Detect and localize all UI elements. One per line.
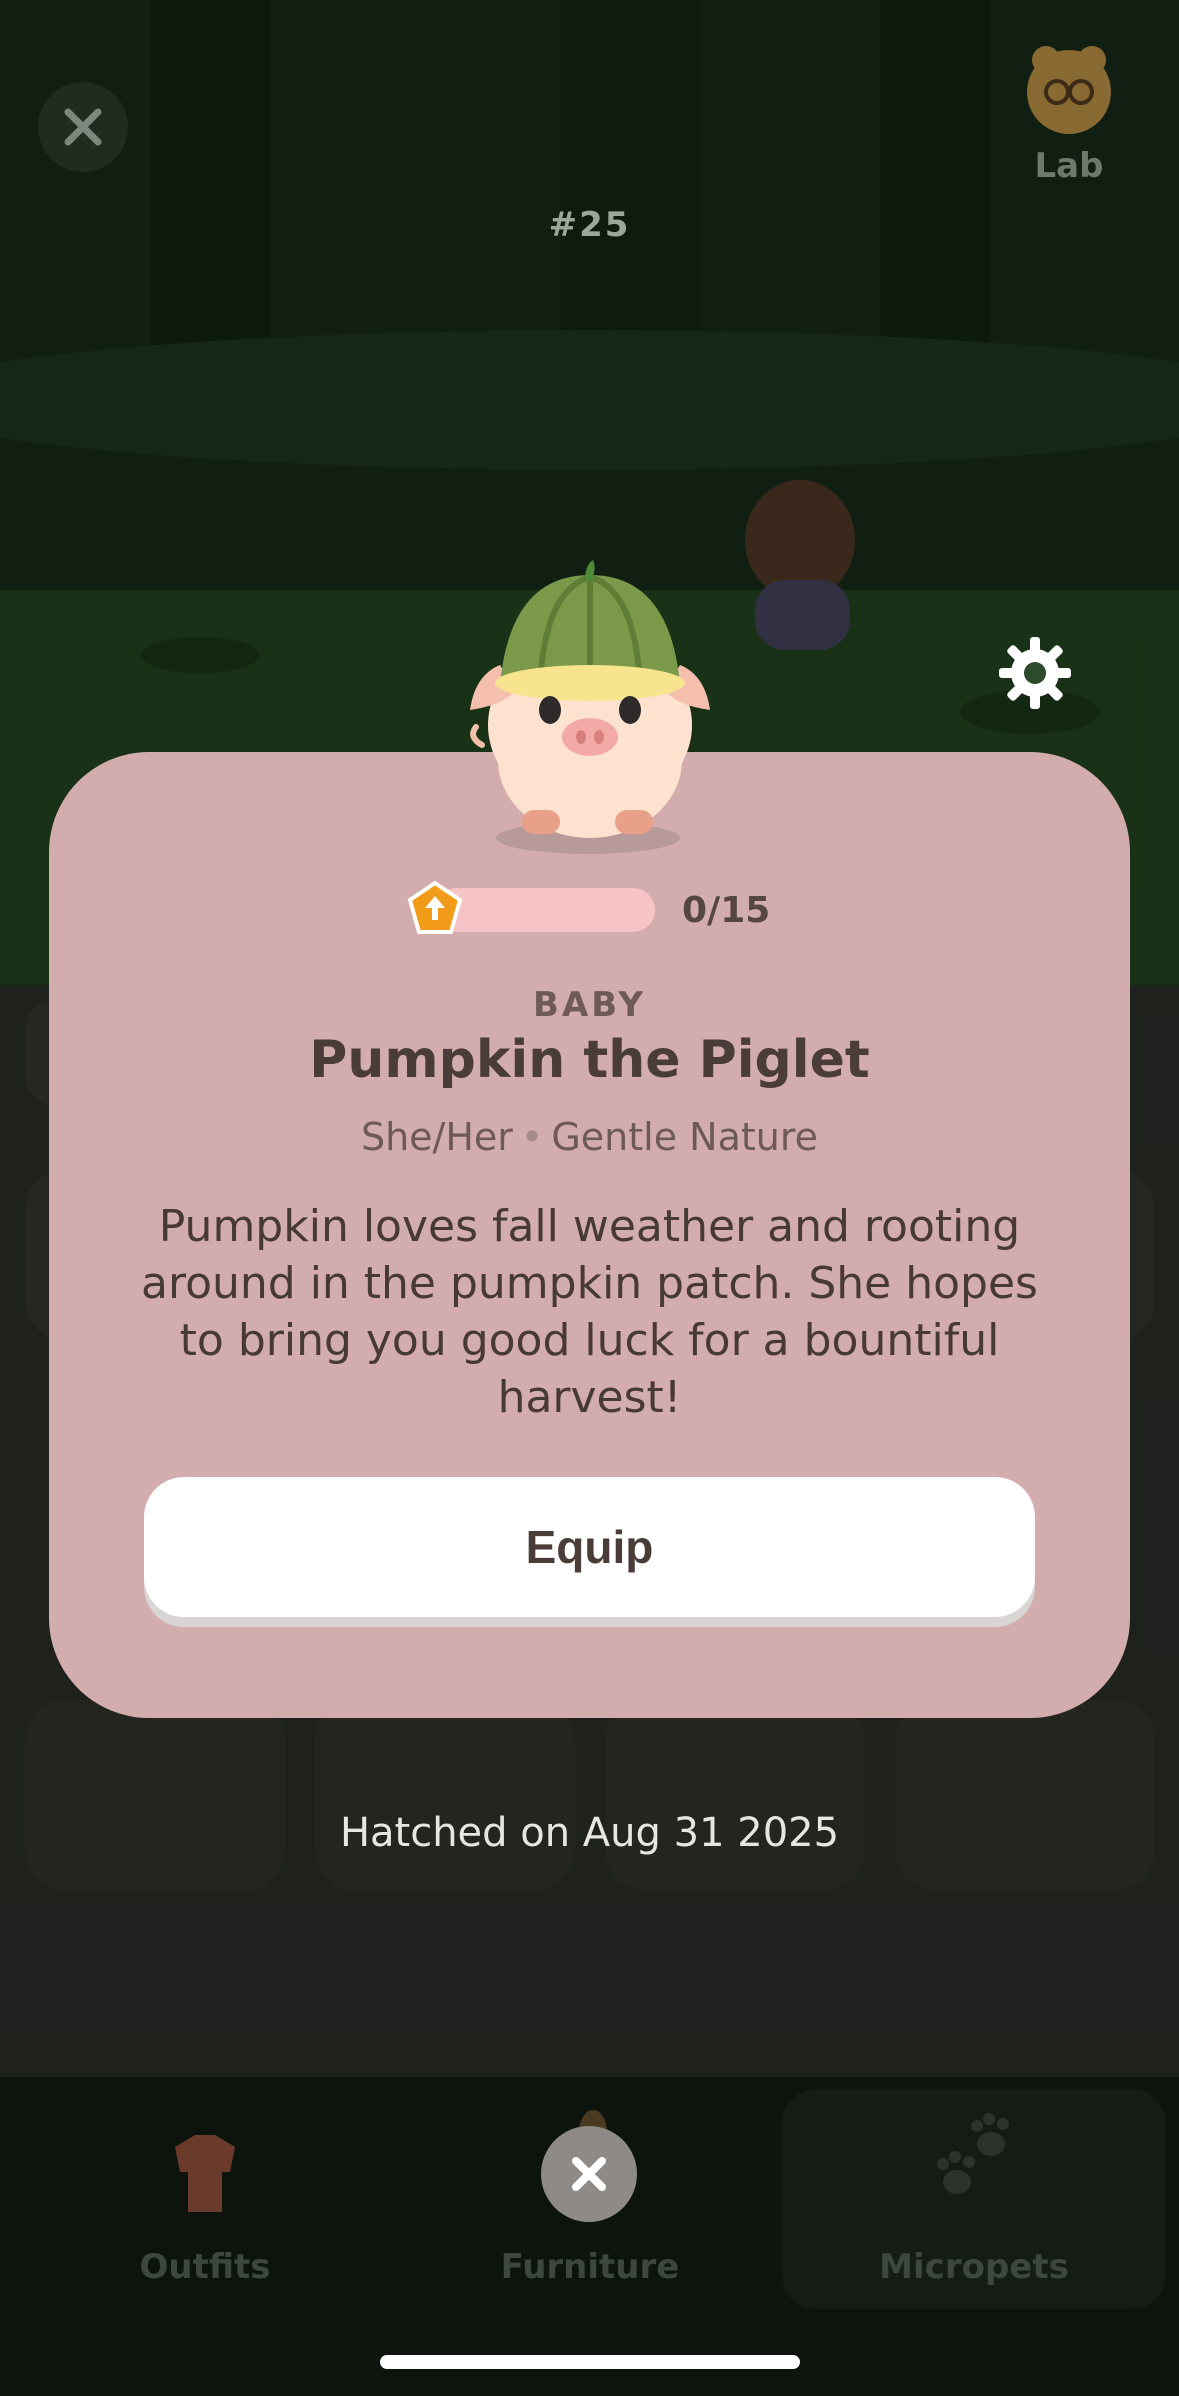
lab-avatar-icon bbox=[1027, 46, 1111, 134]
lab-label: Lab bbox=[1034, 146, 1104, 186]
tab-outfits[interactable]: Outfits bbox=[80, 2097, 330, 2317]
xp-progress: 0/15 bbox=[405, 880, 795, 940]
close-icon[interactable] bbox=[38, 82, 128, 172]
pet-nature: Gentle Nature bbox=[551, 1115, 819, 1159]
close-popup-button[interactable] bbox=[541, 2126, 637, 2222]
x-icon bbox=[64, 108, 102, 146]
level-up-badge-icon bbox=[407, 880, 463, 934]
equip-button[interactable]: Equip bbox=[144, 1477, 1035, 1617]
lab-button[interactable]: Lab bbox=[1009, 40, 1129, 186]
outfits-icon bbox=[175, 2135, 235, 2212]
bottom-tab-bar: Outfits Furniture Micropets bbox=[0, 2077, 1179, 2396]
pet-number: #25 bbox=[548, 205, 631, 245]
paw-icon bbox=[937, 2113, 1009, 2194]
gear-icon[interactable] bbox=[995, 633, 1075, 713]
pet-pronouns: She/Her bbox=[360, 1115, 513, 1159]
separator-dot: • bbox=[520, 1115, 544, 1159]
tab-outfits-label: Outfits bbox=[139, 2247, 271, 2287]
home-indicator[interactable] bbox=[380, 2355, 800, 2369]
hatched-date: Hatched on Aug 31 2025 bbox=[339, 1810, 840, 1856]
close-icon bbox=[572, 2157, 606, 2191]
progress-bar bbox=[435, 888, 655, 932]
piglet-pet-image bbox=[470, 560, 710, 854]
tab-furniture-label: Furniture bbox=[500, 2247, 680, 2287]
pet-stage: BABY bbox=[533, 985, 646, 1025]
pet-meta: She/Her • Gentle Nature bbox=[0, 1115, 1179, 1159]
tab-micropets[interactable]: Micropets bbox=[782, 2089, 1166, 2309]
tab-micropets-label: Micropets bbox=[879, 2247, 1069, 2287]
pet-name: Pumpkin the Piglet bbox=[309, 1030, 870, 1090]
pet-description: Pumpkin loves fall weather and rooting a… bbox=[141, 1201, 1038, 1423]
progress-text: 0/15 bbox=[682, 890, 771, 931]
